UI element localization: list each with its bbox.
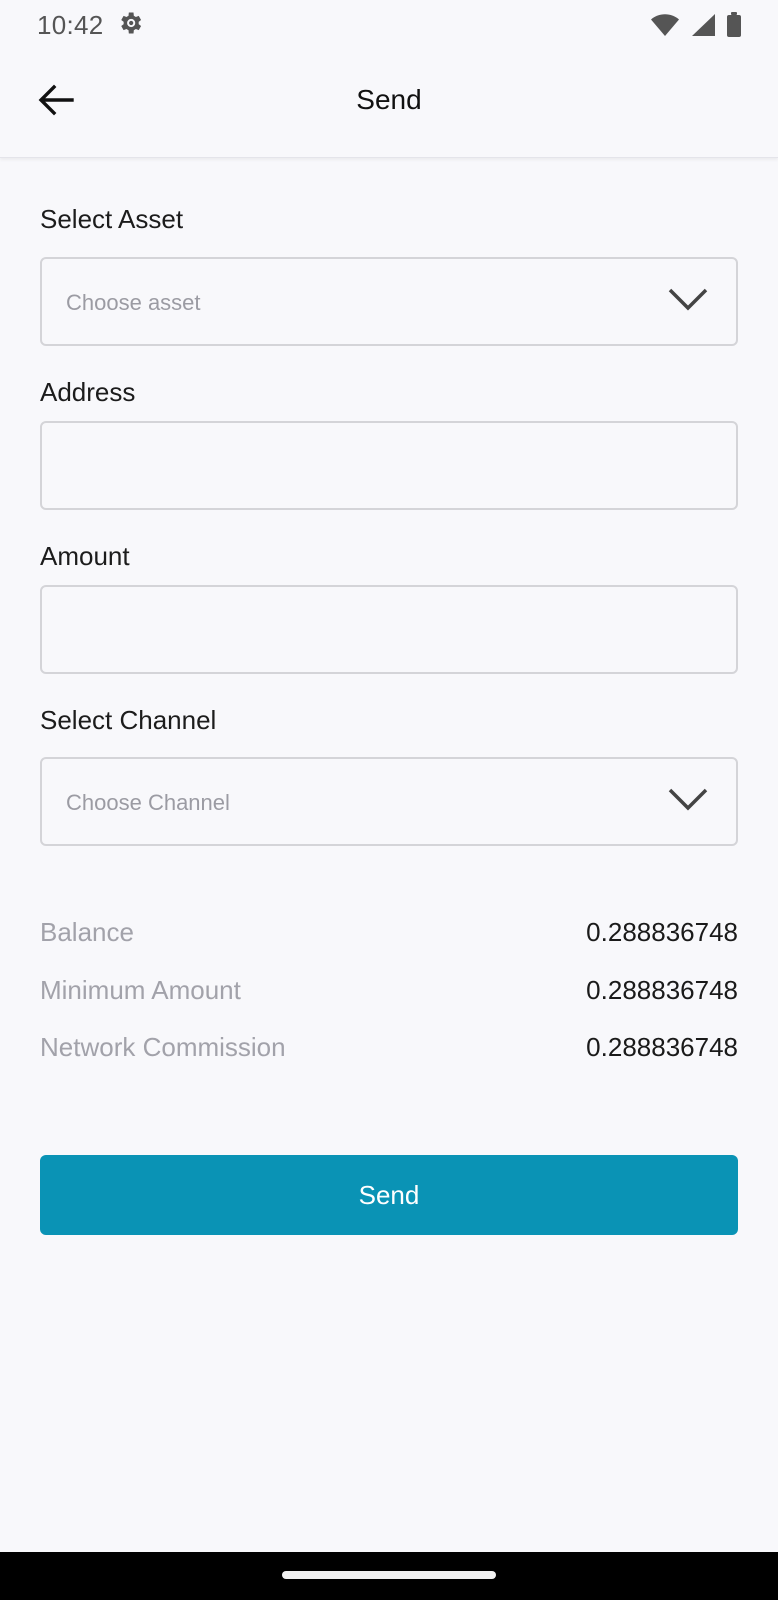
amount-field-box: [40, 585, 738, 674]
asset-select[interactable]: Choose asset: [40, 257, 738, 346]
status-left: 10:42: [37, 9, 144, 42]
signal-icon: [690, 13, 716, 37]
address-field-box: [40, 421, 738, 510]
channel-select-placeholder: Choose Channel: [66, 790, 230, 815]
send-screen: 10:42 Send Select Asset Choose asset Add…: [0, 0, 778, 1600]
address-label: Address: [40, 377, 136, 407]
asset-label: Select Asset: [40, 204, 184, 234]
balance-row: Balance 0.288836748: [40, 917, 738, 948]
balance-value: 0.288836748: [586, 917, 738, 947]
chevron-down-icon: [668, 287, 708, 318]
status-right: [650, 12, 742, 38]
address-input[interactable]: [42, 423, 736, 508]
send-button[interactable]: Send: [40, 1155, 738, 1235]
system-nav-bar: [0, 1552, 778, 1600]
battery-icon: [726, 12, 742, 38]
network-commission-label: Network Commission: [40, 1032, 286, 1062]
amount-label: Amount: [40, 541, 130, 571]
page-title: Send: [356, 84, 422, 115]
balance-label: Balance: [40, 917, 134, 947]
wifi-icon: [650, 13, 680, 37]
chevron-down-icon: [668, 787, 708, 818]
amount-input[interactable]: [42, 587, 736, 672]
network-commission-value: 0.288836748: [586, 1032, 738, 1062]
status-bar: 10:42: [0, 0, 778, 50]
home-indicator[interactable]: [282, 1571, 496, 1579]
minimum-amount-label: Minimum Amount: [40, 975, 241, 1005]
channel-label: Select Channel: [40, 705, 217, 735]
asset-select-placeholder: Choose asset: [66, 290, 201, 315]
app-bar: Send: [0, 50, 778, 158]
settings-icon: [116, 9, 144, 42]
channel-select[interactable]: Choose Channel: [40, 757, 738, 846]
status-time: 10:42: [37, 9, 104, 40]
network-commission-row: Network Commission 0.288836748: [40, 1032, 738, 1063]
minimum-amount-row: Minimum Amount 0.288836748: [40, 975, 738, 1006]
minimum-amount-value: 0.288836748: [586, 975, 738, 1005]
